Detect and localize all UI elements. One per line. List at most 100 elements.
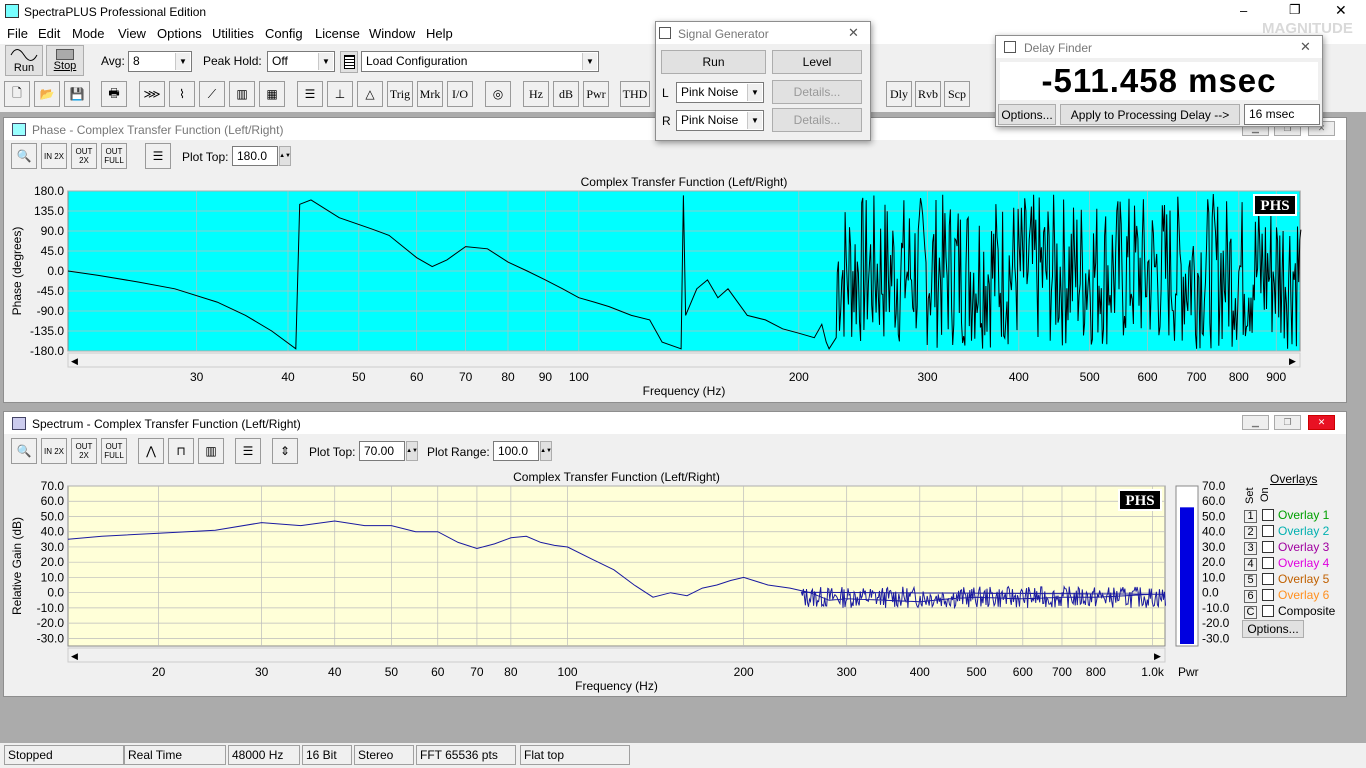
overlay-set-button[interactable]: 2 — [1244, 526, 1257, 539]
zoom-full-button[interactable]: OUT FULL — [101, 143, 127, 169]
overlay-set-button[interactable]: 5 — [1244, 574, 1257, 587]
bell-icon[interactable]: △ — [357, 81, 383, 107]
x-tick-label: 500 — [966, 665, 986, 679]
print-icon[interactable]: 🖶 — [101, 81, 127, 107]
zoom-icon[interactable]: 🔍 — [11, 143, 37, 169]
overlay-set-button[interactable]: 1 — [1244, 510, 1257, 523]
new-icon[interactable]: 🗋 — [4, 81, 30, 107]
overlay-checkbox[interactable] — [1262, 541, 1274, 553]
db-button[interactable]: dB — [553, 81, 579, 107]
range-icon[interactable]: ⇕ — [272, 438, 298, 464]
plot-range-input[interactable]: 100.0 — [493, 441, 539, 461]
phase-plot-top-input[interactable]: 180.0 — [232, 146, 278, 166]
left-channel-select[interactable]: Pink Noise ▼ — [676, 82, 764, 103]
zoom-full-button[interactable]: OUT FULL — [101, 438, 127, 464]
zoom-out-button[interactable]: OUT 2X — [71, 438, 97, 464]
plot-settings-icon[interactable]: ☰ — [235, 438, 261, 464]
spectrum-plot-top-spinner[interactable]: ▲▼ — [406, 441, 418, 461]
thd-button[interactable]: THD — [620, 81, 650, 107]
settings-panel-button[interactable] — [340, 51, 358, 73]
zoom-icon[interactable]: 🔍 — [11, 438, 37, 464]
save-icon[interactable]: 💾 — [64, 81, 90, 107]
overlay-checkbox[interactable] — [1262, 605, 1274, 617]
overlay-set-button[interactable]: 6 — [1244, 590, 1257, 603]
menu-license[interactable]: License — [315, 26, 360, 41]
trig-button[interactable]: Trig — [387, 81, 413, 107]
scope-icon[interactable]: ⌇ — [169, 81, 195, 107]
menu-mode[interactable]: Mode — [72, 26, 105, 41]
spectrogram3d-icon[interactable]: ▦ — [259, 81, 285, 107]
overlay-checkbox[interactable] — [1262, 573, 1274, 585]
overlay-row: 5 Overlay 5 — [1244, 572, 1329, 587]
left-details-button[interactable]: Details... — [772, 80, 862, 104]
right-channel-select[interactable]: Pink Noise ▼ — [676, 110, 764, 131]
overlay-checkbox[interactable] — [1262, 589, 1274, 601]
spectrum-plot-top-input[interactable]: 70.00 — [359, 441, 405, 461]
delay-options-button[interactable]: Options... — [998, 104, 1056, 125]
open-icon[interactable]: 📂 — [34, 81, 60, 107]
overlay-set-button[interactable]: 4 — [1244, 558, 1257, 571]
menu-window[interactable]: Window — [369, 26, 415, 41]
apply-delay-button[interactable]: Apply to Processing Delay --> — [1060, 104, 1240, 125]
dly-button[interactable]: Dly — [886, 81, 912, 107]
overlay-set-button[interactable]: C — [1244, 606, 1257, 619]
mrk-button[interactable]: Mrk — [417, 81, 443, 107]
overlays-options-button[interactable]: Options... — [1242, 620, 1304, 638]
scp-button[interactable]: Scp — [944, 81, 970, 107]
minimize-button[interactable]: ‒ — [1240, 3, 1247, 18]
close-icon[interactable]: ✕ — [848, 25, 859, 41]
filter-icon[interactable]: ⋙ — [139, 81, 165, 107]
phase-plot-top-spinner[interactable]: ▲▼ — [279, 146, 291, 166]
avg-select[interactable]: 8 ▼ — [128, 51, 192, 72]
spectrum-restore-button[interactable]: ❐ — [1274, 415, 1301, 430]
stop-button[interactable]: Stop — [46, 45, 84, 76]
overlay-checkbox[interactable] — [1262, 557, 1274, 569]
overlay-checkbox[interactable] — [1262, 509, 1274, 521]
plot-range-spinner[interactable]: ▲▼ — [540, 441, 552, 461]
bars-icon[interactable]: ▥ — [198, 438, 224, 464]
step-line-icon[interactable]: ⊓ — [168, 438, 194, 464]
spectrum-minimize-button[interactable]: ▁ — [1242, 415, 1269, 430]
peak-line-icon[interactable]: ⋀ — [138, 438, 164, 464]
zoom-in-button[interactable]: IN 2X — [41, 143, 67, 169]
rvb-button[interactable]: Rvb — [915, 81, 941, 107]
generator-icon[interactable]: ◎ — [485, 81, 511, 107]
plot-settings-icon[interactable]: ☰ — [145, 143, 171, 169]
overlay-row: 1 Overlay 1 — [1244, 508, 1329, 523]
generator-level-button[interactable]: Level — [772, 50, 862, 74]
peak-hold-select[interactable]: Off ▼ — [267, 51, 335, 72]
overlay-checkbox[interactable] — [1262, 525, 1274, 537]
restore-button[interactable]: ❐ — [1289, 2, 1301, 18]
menu-view[interactable]: View — [118, 26, 146, 41]
spectrogram-icon[interactable]: ▥ — [229, 81, 255, 107]
hz-button[interactable]: Hz — [523, 81, 549, 107]
x-tick-label: 40 — [328, 665, 342, 679]
level-icon[interactable]: ⊥ — [327, 81, 353, 107]
meter-tick-label: 70.0 — [1202, 479, 1226, 493]
processing-delay-input[interactable]: 16 msec — [1244, 104, 1320, 125]
menu-help[interactable]: Help — [426, 26, 453, 41]
zoom-out-button[interactable]: OUT 2X — [71, 143, 97, 169]
right-details-button[interactable]: Details... — [772, 108, 862, 132]
pwr-button[interactable]: Pwr — [583, 81, 609, 107]
overlay-set-button[interactable]: 3 — [1244, 542, 1257, 555]
menu-edit[interactable]: Edit — [38, 26, 60, 41]
zoom-in-button[interactable]: IN 2X — [41, 438, 67, 464]
close-icon[interactable]: ✕ — [1300, 39, 1311, 55]
waveform-icon[interactable]: ⟋ — [199, 81, 225, 107]
menu-config[interactable]: Config — [265, 26, 303, 41]
status-5: FFT 65536 pts — [416, 745, 516, 765]
list-icon[interactable]: ☰ — [297, 81, 323, 107]
x-tick-label: 70 — [459, 370, 473, 384]
overlays-set-label: Set — [1244, 487, 1256, 504]
configuration-select[interactable]: Load Configuration ▼ — [361, 51, 599, 72]
spectrum-close-button[interactable]: ✕ — [1308, 415, 1335, 430]
menu-utilities[interactable]: Utilities — [212, 26, 254, 41]
io-button[interactable]: I/O — [447, 81, 473, 107]
generator-run-button[interactable]: Run — [661, 50, 766, 74]
run-button[interactable]: Run — [5, 45, 43, 76]
menu-file[interactable]: File — [7, 26, 28, 41]
close-button[interactable]: ✕ — [1335, 2, 1347, 19]
y-tick-label: 0.0 — [47, 264, 64, 278]
menu-options[interactable]: Options — [157, 26, 202, 41]
